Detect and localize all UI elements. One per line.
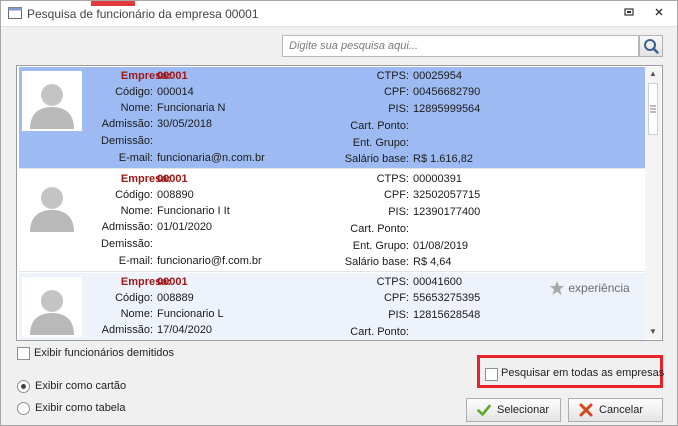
search-button[interactable]	[639, 35, 663, 57]
avatar-placeholder-icon	[22, 277, 82, 337]
email-value: funcionaria@n.com.br	[157, 152, 265, 164]
view-as-card-radio[interactable]	[17, 380, 30, 393]
group-entry-value: 01/08/2019	[413, 240, 469, 252]
pis-label: PIS:	[388, 103, 409, 115]
scroll-down-arrow[interactable]: ▼	[645, 325, 661, 339]
title-bar: Pesquisa de funcionário da empresa 00001	[1, 1, 677, 27]
name-value: Funcionario I It	[157, 205, 230, 217]
restore-icon	[624, 8, 634, 16]
cancel-button-label: Cancelar	[599, 404, 644, 416]
x-icon	[579, 403, 593, 417]
employee-card[interactable]: Empresa: 00001 Código: 008889 Nome: Func…	[19, 273, 646, 340]
code-label: Código:	[115, 189, 153, 201]
close-button[interactable]	[651, 6, 667, 22]
select-button-label: Selecionar	[497, 404, 549, 416]
code-value: 000014	[157, 86, 194, 98]
avatar-placeholder-icon	[22, 174, 82, 234]
vertical-scrollbar[interactable]: ▲ ▼	[645, 67, 661, 339]
pis-value: 12895999564	[413, 103, 481, 115]
base-salary-label: Salário base:	[344, 153, 409, 165]
admission-value: 01/01/2020	[157, 221, 213, 233]
ctps-value: 00025954	[413, 70, 462, 82]
cpf-value: 55653275395	[413, 292, 481, 304]
email-label: E-mail:	[118, 255, 153, 267]
company-value: 00001	[157, 173, 188, 185]
admission-label: Admissão:	[101, 118, 153, 130]
avatar-placeholder-icon	[22, 71, 82, 131]
group-entry-label: Ent. Grupo:	[352, 240, 409, 252]
ctps-label: CTPS:	[376, 173, 409, 185]
time-card-label: Cart. Ponto:	[350, 326, 409, 338]
ctps-label: CTPS:	[376, 70, 409, 82]
cpf-label: CPF:	[383, 86, 409, 98]
name-label: Nome:	[120, 205, 153, 217]
close-icon	[655, 8, 663, 16]
cpf-value: 32502057715	[413, 189, 481, 201]
scroll-thumb[interactable]	[648, 83, 658, 135]
pis-value: 12390177400	[413, 206, 481, 218]
dismissal-label: Demissão:	[101, 135, 153, 147]
admission-label: Admissão:	[101, 324, 153, 336]
restore-button[interactable]	[621, 6, 637, 22]
dialog-window: Pesquisa de funcionário da empresa 00001…	[0, 0, 678, 426]
code-value: 008889	[157, 292, 194, 304]
code-label: Código:	[115, 86, 153, 98]
employee-list[interactable]: Empresa: 00001 Código: 000014 Nome: Func…	[16, 65, 663, 341]
name-value: Funcionaria N	[157, 102, 226, 114]
name-label: Nome:	[120, 308, 153, 320]
cancel-button[interactable]: Cancelar	[568, 398, 663, 422]
experience-badge: experiência	[549, 280, 630, 296]
select-button[interactable]: Selecionar	[466, 398, 561, 422]
code-label: Código:	[115, 292, 153, 304]
view-as-table-radio[interactable]	[17, 402, 30, 415]
grip-icon	[650, 105, 656, 113]
view-as-card-label[interactable]: Exibir como cartão	[35, 380, 126, 392]
email-label: E-mail:	[118, 152, 153, 164]
employee-card[interactable]: Empresa: 00001 Código: 000014 Nome: Func…	[19, 67, 646, 169]
ctps-value: 00041600	[413, 276, 462, 288]
company-value: 00001	[157, 276, 188, 288]
search-all-companies-checkbox[interactable]	[485, 368, 498, 381]
base-salary-value: R$ 1.616,82	[413, 153, 473, 165]
time-card-label: Cart. Ponto:	[350, 223, 409, 235]
pis-label: PIS:	[388, 206, 409, 218]
search-input[interactable]	[283, 36, 638, 56]
dismissal-label: Demissão:	[101, 238, 153, 250]
show-dismissed-label[interactable]: Exibir funcionários demitidos	[34, 347, 174, 359]
employee-card[interactable]: Empresa: 00001 Código: 008890 Nome: Func…	[19, 170, 646, 272]
check-icon	[477, 404, 491, 416]
show-dismissed-checkbox[interactable]	[17, 347, 30, 360]
time-card-label: Cart. Ponto:	[350, 120, 409, 132]
app-icon	[8, 7, 22, 19]
magnifier-icon	[644, 39, 659, 54]
base-salary-value: R$ 4,64	[413, 256, 452, 268]
cpf-value: 00456682790	[413, 86, 481, 98]
base-salary-label: Salário base:	[344, 256, 409, 268]
admission-value: 17/04/2020	[157, 324, 213, 336]
experience-badge-label: experiência	[568, 281, 630, 295]
group-entry-label: Ent. Grupo:	[352, 137, 409, 149]
window-title: Pesquisa de funcionário da empresa 00001	[27, 7, 259, 21]
scroll-up-arrow[interactable]: ▲	[645, 67, 661, 81]
pis-value: 12815628548	[413, 309, 481, 321]
cpf-label: CPF:	[383, 189, 409, 201]
company-value: 00001	[157, 70, 188, 82]
star-icon	[550, 281, 564, 295]
ctps-value: 00000391	[413, 173, 462, 185]
admission-label: Admissão:	[101, 221, 153, 233]
cpf-label: CPF:	[383, 292, 409, 304]
code-value: 008890	[157, 189, 194, 201]
name-label: Nome:	[120, 102, 153, 114]
pis-label: PIS:	[388, 309, 409, 321]
ctps-label: CTPS:	[376, 276, 409, 288]
email-value: funcionario@f.com.br	[157, 255, 262, 267]
view-as-table-label[interactable]: Exibir como tabela	[35, 402, 126, 414]
search-all-companies-label[interactable]: Pesquisar em todas as empresas	[501, 367, 664, 379]
search-field[interactable]	[282, 35, 639, 57]
name-value: Funcionario L	[157, 308, 224, 320]
admission-value: 30/05/2018	[157, 118, 213, 130]
title-accent-bar	[91, 1, 135, 6]
